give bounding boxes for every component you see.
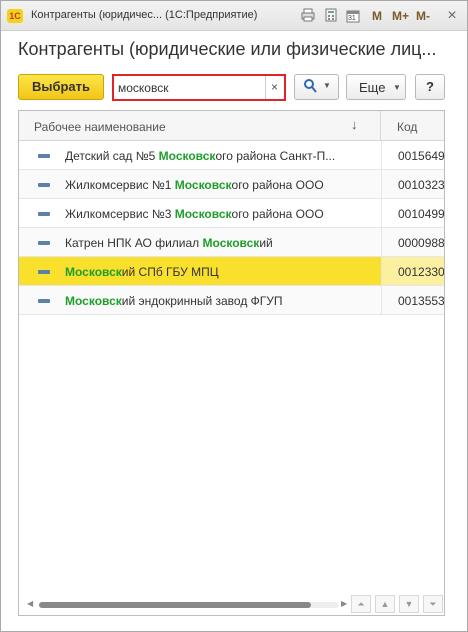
table-row[interactable]: Жилкомсервис №3 Московского района ООО 00… [19, 199, 444, 228]
row-name-match: Московск [158, 149, 216, 163]
row-name-match: Московск [65, 265, 122, 279]
row-name-match: Московск [65, 294, 122, 308]
row-name: Московский СПб ГБУ МПЦ [65, 265, 375, 279]
row-name: Катрен НПК АО филиал Московский [65, 236, 375, 250]
row-status-icon [38, 154, 50, 158]
find-button[interactable]: ▼ [294, 74, 339, 100]
row-status-icon [38, 241, 50, 245]
last-page-icon[interactable]: ⏷ [423, 595, 443, 613]
row-name: Детский сад №5 Московского района Санкт-… [65, 149, 375, 163]
table-row[interactable]: Московский эндокринный завод ФГУП 0013553 [19, 286, 444, 315]
row-code-cell: 0010499 [381, 199, 444, 227]
row-status-icon [38, 270, 50, 274]
row-status-icon [38, 299, 50, 303]
row-code: 0015649 [398, 149, 445, 163]
calendar-icon[interactable]: 31 [345, 8, 361, 24]
select-button[interactable]: Выбрать [18, 74, 104, 100]
print-icon[interactable] [300, 8, 316, 24]
row-code-cell: 0015649 [381, 141, 444, 169]
row-status-icon [38, 212, 50, 216]
row-name: Жилкомсервис №3 Московского района ООО [65, 207, 375, 221]
column-header-name[interactable]: Рабочее наименование ↓ [19, 111, 381, 141]
table-row[interactable]: Катрен НПК АО филиал Московский 0000988 [19, 228, 444, 257]
page-down-icon[interactable]: ▼ [399, 595, 419, 613]
row-name-prefix: Жилкомсервис №1 [65, 178, 175, 192]
app-window: 1С Контрагенты (юридичес... (1С:Предприя… [0, 0, 468, 632]
row-name: Жилкомсервис №1 Московского района ООО [65, 178, 375, 192]
table-header: Рабочее наименование ↓ Код [19, 111, 444, 141]
table-row[interactable]: Московский СПб ГБУ МПЦ 0012330 [19, 257, 444, 286]
row-name-suffix: ого района Санкт-П... [215, 149, 336, 163]
help-button[interactable]: ? [415, 74, 445, 100]
row-code: 0010323 [398, 178, 445, 192]
row-code: 0000988 [398, 236, 445, 250]
horizontal-scrollbar[interactable]: ◀ ▶ [19, 591, 349, 615]
sort-arrow-icon[interactable]: ↓ [351, 117, 358, 132]
contractors-table: Рабочее наименование ↓ Код Детский сад №… [18, 110, 445, 616]
scroll-left-icon[interactable]: ◀ [27, 599, 33, 608]
memory-m-button[interactable]: M [372, 9, 382, 23]
window-title: Контрагенты (юридичес... (1С:Предприятие… [31, 9, 258, 21]
row-code-cell: 0012330 [381, 257, 444, 285]
row-name-suffix: ого района ООО [231, 207, 324, 221]
row-code: 0010499 [398, 207, 445, 221]
row-name-suffix: ого района ООО [231, 178, 324, 192]
page-up-icon[interactable]: ▲ [375, 595, 395, 613]
row-code: 0012330 [398, 265, 445, 279]
more-button[interactable]: Еще ▼ [346, 74, 406, 100]
search-box: × [112, 74, 286, 101]
row-name-match: Московск [174, 178, 232, 192]
row-name-suffix: ий эндокринный завод ФГУП [121, 294, 283, 308]
row-name-suffix: ий СПб ГБУ МПЦ [121, 265, 219, 279]
app-logo-icon[interactable]: 1С [7, 9, 23, 23]
row-code-cell: 0013553 [381, 286, 444, 314]
search-icon [303, 78, 317, 97]
row-code-cell: 0010323 [381, 170, 444, 198]
row-name-match: Московск [174, 207, 232, 221]
chevron-down-icon: ▼ [323, 81, 331, 90]
chevron-down-icon: ▼ [393, 83, 401, 92]
table-nav-buttons: ⏶ ▲ ▼ ⏷ [349, 591, 444, 615]
table-row[interactable]: Жилкомсервис №1 Московского района ООО 00… [19, 170, 444, 199]
title-bar: 1С Контрагенты (юридичес... (1С:Предприя… [1, 1, 467, 31]
row-name-suffix: ий [259, 236, 273, 250]
more-label: Еще [359, 80, 386, 95]
first-page-icon[interactable]: ⏶ [351, 595, 371, 613]
scroll-thumb[interactable] [39, 602, 311, 608]
row-code: 0013553 [398, 294, 445, 308]
clear-search-icon[interactable]: × [265, 76, 283, 99]
calculator-icon[interactable] [323, 8, 339, 24]
row-name-match: Московск [202, 236, 260, 250]
scroll-right-icon[interactable]: ▶ [341, 599, 347, 608]
row-name: Московский эндокринный завод ФГУП [65, 294, 375, 308]
column-name-label: Рабочее наименование [34, 120, 166, 134]
memory-m-minus-button[interactable]: M- [416, 9, 430, 23]
row-code-cell: 0000988 [381, 228, 444, 256]
table-row[interactable]: Детский сад №5 Московского района Санкт-… [19, 141, 444, 170]
form-heading: Контрагенты (юридические или физические … [18, 39, 437, 59]
column-header-code[interactable]: Код [397, 120, 417, 134]
memory-m-plus-button[interactable]: M+ [392, 9, 409, 23]
row-name-prefix: Катрен НПК АО филиал [65, 236, 203, 250]
close-icon[interactable]: × [441, 5, 463, 27]
row-status-icon [38, 183, 50, 187]
search-input[interactable] [118, 80, 258, 96]
row-name-prefix: Жилкомсервис №3 [65, 207, 175, 221]
row-name-prefix: Детский сад №5 [65, 149, 159, 163]
